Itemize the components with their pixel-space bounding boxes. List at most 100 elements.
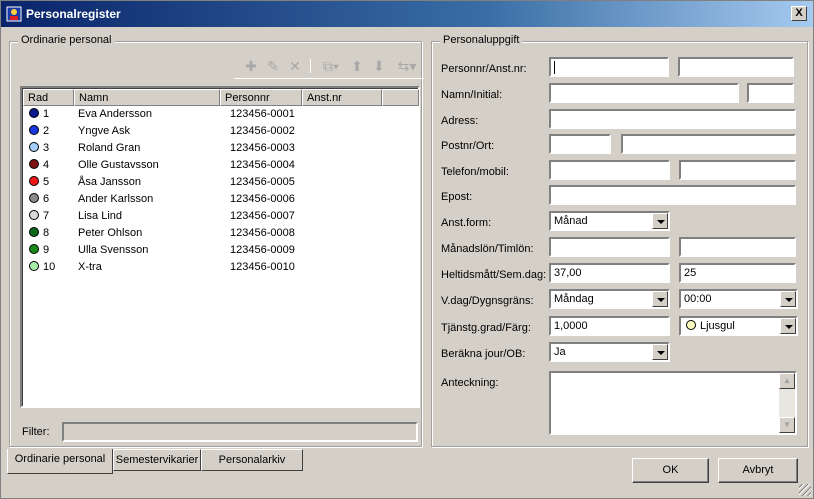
vdag-select[interactable]: Måndag bbox=[549, 289, 670, 309]
anstform-select[interactable]: Månad bbox=[549, 211, 670, 231]
table-row[interactable]: 6 Ander Karlsson 123456-0006 bbox=[23, 191, 419, 208]
dygnsgrans-select[interactable]: 00:00 bbox=[679, 289, 798, 309]
scroll-up-icon[interactable]: ▲ bbox=[779, 373, 795, 389]
move-up-icon[interactable]: ⬆ bbox=[348, 57, 366, 75]
cancel-button[interactable]: Avbryt bbox=[718, 458, 798, 483]
copy-icon[interactable]: ⧉▾ bbox=[318, 57, 344, 75]
cell-namn: Olle Gustavsson bbox=[78, 159, 159, 171]
filter-input[interactable] bbox=[62, 422, 418, 442]
table-row[interactable]: 8 Peter Ohlson 123456-0008 bbox=[23, 225, 419, 242]
farg-select[interactable]: Ljusgul bbox=[679, 316, 798, 336]
tab-strip: Ordinarie personal Semestervikarier Pers… bbox=[1, 449, 421, 475]
personal-list[interactable]: Rad Namn Personnr Anst.nr 1 Eva Andersson… bbox=[20, 86, 420, 408]
edit-icon[interactable]: ✎ bbox=[264, 57, 282, 75]
cell-namn: Ander Karlsson bbox=[78, 193, 154, 205]
cell-rad: 1 bbox=[43, 108, 50, 120]
adress-label: Adress: bbox=[441, 115, 479, 127]
cell-namn: Ulla Svensson bbox=[78, 244, 149, 256]
personalregister-window: Personalregister X Ordinarie personal ✚ … bbox=[0, 0, 814, 499]
move-down-icon[interactable]: ⬇ bbox=[370, 57, 388, 75]
namn-label: Namn/Initial: bbox=[441, 89, 503, 101]
column-rad[interactable]: Rad bbox=[23, 89, 74, 106]
personnr-label: Personnr/Anst.nr: bbox=[441, 63, 527, 75]
toolbar-divider bbox=[234, 78, 424, 79]
berakna-select[interactable]: Ja bbox=[549, 342, 670, 362]
cell-personnr: 123456-0010 bbox=[230, 261, 295, 273]
chevron-down-icon[interactable] bbox=[780, 291, 796, 307]
vdag-label: V.dag/Dygnsgräns: bbox=[441, 295, 534, 307]
anteckning-field[interactable]: ▲ ▼ bbox=[549, 371, 797, 435]
column-namn[interactable]: Namn bbox=[74, 89, 220, 106]
heltid-field[interactable]: 37,00 bbox=[549, 263, 670, 283]
anteckning-label: Anteckning: bbox=[441, 377, 499, 389]
anstnr-field[interactable] bbox=[678, 57, 794, 77]
personnr-field[interactable] bbox=[549, 57, 669, 77]
table-row[interactable]: 3 Roland Gran 123456-0003 bbox=[23, 140, 419, 157]
cell-namn: Peter Ohlson bbox=[78, 227, 143, 239]
chevron-down-icon[interactable] bbox=[652, 291, 668, 307]
timlon-field[interactable] bbox=[679, 237, 796, 257]
scroll-down-icon[interactable]: ▼ bbox=[779, 417, 795, 433]
table-row[interactable]: 4 Olle Gustavsson 123456-0004 bbox=[23, 157, 419, 174]
tjanstg-label: Tjänstg.grad/Färg: bbox=[441, 322, 531, 334]
manadslon-field[interactable] bbox=[549, 237, 670, 257]
telefon-field[interactable] bbox=[549, 160, 670, 180]
table-row[interactable]: 9 Ulla Svensson 123456-0009 bbox=[23, 242, 419, 259]
close-button[interactable]: X bbox=[791, 6, 807, 21]
title-bar[interactable]: Personalregister X bbox=[1, 1, 813, 27]
tab-personalarkiv[interactable]: Personalarkiv bbox=[201, 449, 303, 471]
color-swatch-icon bbox=[686, 320, 696, 330]
cell-rad: 10 bbox=[43, 261, 56, 273]
column-anstnr[interactable]: Anst.nr bbox=[302, 89, 382, 106]
postnr-field[interactable] bbox=[549, 134, 611, 154]
window-title: Personalregister bbox=[26, 7, 121, 21]
cell-namn: Yngve Ask bbox=[78, 125, 130, 137]
postnr-label: Postnr/Ort: bbox=[441, 140, 495, 152]
cell-personnr: 123456-0007 bbox=[230, 210, 295, 222]
cell-rad: 4 bbox=[43, 159, 50, 171]
ort-field[interactable] bbox=[621, 134, 796, 154]
telefon-label: Telefon/mobil: bbox=[441, 166, 509, 178]
tjanstg-field[interactable]: 1,0000 bbox=[549, 316, 670, 336]
namn-field[interactable] bbox=[549, 83, 739, 103]
chevron-down-icon[interactable] bbox=[652, 344, 668, 360]
cell-rad: 3 bbox=[43, 142, 50, 154]
epost-field[interactable] bbox=[549, 185, 796, 205]
vdag-value: Måndag bbox=[554, 293, 594, 305]
table-row[interactable]: 5 Åsa Jansson 123456-0005 bbox=[23, 174, 419, 191]
table-row[interactable]: 10 X-tra 123456-0010 bbox=[23, 259, 419, 276]
initial-field[interactable] bbox=[747, 83, 794, 103]
berakna-label: Beräkna jour/OB: bbox=[441, 348, 526, 360]
table-row[interactable]: 2 Yngve Ask 123456-0002 bbox=[23, 123, 419, 140]
sort-icon[interactable]: ⇆▾ bbox=[394, 57, 420, 75]
color-dot-icon bbox=[29, 227, 39, 237]
cell-personnr: 123456-0008 bbox=[230, 227, 295, 239]
cell-namn: Lisa Lind bbox=[78, 210, 123, 222]
list-header: Rad Namn Personnr Anst.nr bbox=[23, 89, 419, 106]
mobil-field[interactable] bbox=[679, 160, 796, 180]
resize-grip-icon[interactable] bbox=[799, 484, 811, 496]
column-filler bbox=[382, 89, 419, 106]
anstform-label: Anst.form: bbox=[441, 217, 492, 229]
group-legend-right: Personaluppgift bbox=[440, 34, 523, 46]
table-row[interactable]: 1 Eva Andersson 123456-0001 bbox=[23, 106, 419, 123]
semdag-field[interactable]: 25 bbox=[679, 263, 796, 283]
cell-personnr: 123456-0006 bbox=[230, 193, 295, 205]
color-dot-icon bbox=[29, 108, 39, 118]
group-legend-left: Ordinarie personal bbox=[18, 34, 115, 46]
column-personnr[interactable]: Personnr bbox=[220, 89, 302, 106]
app-icon bbox=[6, 6, 22, 22]
chevron-down-icon[interactable] bbox=[780, 318, 796, 334]
ok-button[interactable]: OK bbox=[632, 458, 709, 483]
chevron-down-icon[interactable] bbox=[652, 213, 668, 229]
adress-field[interactable] bbox=[549, 109, 796, 129]
delete-icon[interactable]: ✕ bbox=[286, 57, 304, 75]
color-dot-icon bbox=[29, 244, 39, 254]
add-icon[interactable]: ✚ bbox=[242, 57, 260, 75]
table-row[interactable]: 7 Lisa Lind 123456-0007 bbox=[23, 208, 419, 225]
tab-semestervikarier[interactable]: Semestervikarier bbox=[113, 449, 201, 471]
anteckning-scrollbar[interactable]: ▲ ▼ bbox=[779, 373, 795, 433]
heltid-label: Heltidsmått/Sem.dag: bbox=[441, 269, 547, 281]
tab-ordinarie-personal[interactable]: Ordinarie personal bbox=[7, 449, 113, 474]
cell-namn: Roland Gran bbox=[78, 142, 141, 154]
